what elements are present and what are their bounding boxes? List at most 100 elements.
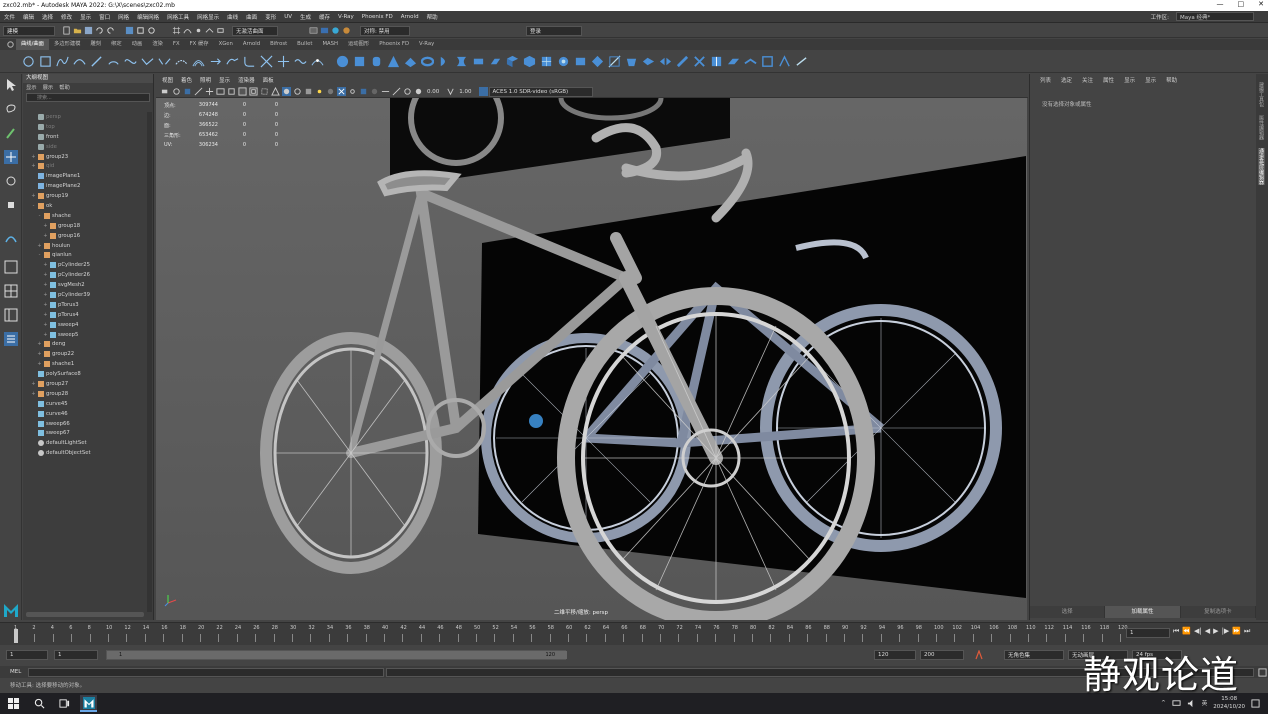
outliner-expand-toggle[interactable]: + [43, 223, 48, 229]
playback-button-7[interactable]: ⏭ [1244, 627, 1250, 636]
outliner-menu-show[interactable]: 展示 [43, 83, 54, 92]
channel-menu-4[interactable]: 显示 [1120, 76, 1139, 84]
resolution-gate-icon[interactable] [227, 87, 236, 96]
outliner-item[interactable]: - shache [23, 211, 147, 221]
camera-attributes-icon[interactable] [172, 87, 181, 96]
sculpt-surface-icon[interactable] [778, 54, 791, 68]
arc-tool-icon[interactable] [107, 55, 120, 68]
nurbs-cone-icon[interactable] [387, 55, 400, 68]
outliner-horizontal-scrollbar[interactable] [26, 612, 144, 617]
playback-button-2[interactable]: ◀| [1194, 627, 1202, 636]
field-chart-icon[interactable] [249, 87, 258, 96]
outliner-expand-toggle[interactable]: + [31, 381, 36, 387]
nurbs-torus-icon[interactable] [421, 55, 434, 68]
insert-isoparm-icon[interactable] [710, 55, 723, 68]
grid-toggle-icon[interactable] [205, 87, 214, 96]
channel-menu-3[interactable]: 属性 [1099, 76, 1118, 84]
curve-reverse-icon[interactable] [209, 55, 222, 68]
shelf-tab-13[interactable]: 运动图形 [343, 39, 374, 50]
outliner-expand-toggle[interactable]: + [43, 332, 48, 338]
range-bar-fill[interactable] [107, 651, 567, 659]
menu-item-11[interactable]: 曲面 [242, 13, 261, 21]
outliner-item[interactable]: + group16 [23, 231, 147, 241]
curve-intersect-icon[interactable] [260, 55, 273, 68]
select-camera-icon[interactable] [161, 87, 170, 96]
maya-taskbar-button[interactable] [80, 695, 97, 712]
outliner-item[interactable]: + pTorus4 [23, 310, 147, 320]
xray-joints-icon[interactable] [348, 87, 357, 96]
outliner-expand-toggle[interactable]: + [31, 154, 36, 160]
shelf-tab-0[interactable]: 曲线/曲面 [16, 39, 49, 50]
outliner-item[interactable]: + group18 [23, 221, 147, 231]
safe-action-icon[interactable] [260, 87, 269, 96]
range-bar[interactable]: 1 120 [106, 650, 567, 660]
playback-end-field[interactable]: 120 [874, 650, 916, 660]
menu-item-19[interactable]: 帮助 [423, 13, 442, 21]
menu-item-18[interactable]: Arnold [397, 14, 423, 20]
image-plane-icon[interactable] [194, 87, 203, 96]
undo-icon[interactable] [95, 26, 104, 35]
workspace-dropdown[interactable]: Maya 经典* [1176, 12, 1254, 21]
curve-cut-icon[interactable] [277, 55, 290, 68]
exposure-field[interactable]: 0.00 [427, 89, 439, 95]
close-button[interactable]: ✕ [1258, 0, 1264, 8]
snap-curve-icon[interactable] [183, 26, 192, 35]
menu-item-4[interactable]: 显示 [76, 13, 95, 21]
outliner-vertical-scrollbar[interactable] [147, 112, 152, 612]
color-management-icon[interactable] [478, 87, 488, 96]
xray-icon[interactable] [337, 87, 346, 96]
bottom-tab-2[interactable]: 复制选项卡 [1180, 606, 1256, 618]
outliner-item[interactable]: sweep67 [23, 429, 147, 439]
outliner-item[interactable]: + group27 [23, 379, 147, 389]
viewport-menu-3[interactable]: 显示 [215, 76, 234, 84]
playback-button-1[interactable]: ⏪ [1182, 627, 1191, 636]
3d-viewport[interactable]: 顶点: 309744 0 0 边: 674248 0 0 面: 366522 0 0 三角形: 65346… [156, 98, 1027, 620]
nurbs-cylinder-icon[interactable] [370, 55, 383, 68]
nurbs-sphere-icon[interactable] [336, 55, 349, 68]
viewport-menu-4[interactable]: 渲染器 [234, 76, 259, 84]
attach-surface-icon[interactable] [642, 55, 655, 68]
viewport-menu-2[interactable]: 照明 [196, 76, 215, 84]
curve-attach-icon[interactable] [141, 55, 154, 68]
pencil-curve-icon[interactable] [90, 55, 103, 68]
live-surface-field[interactable]: 无激活曲面 [232, 25, 278, 36]
outliner-expand-toggle[interactable]: + [31, 391, 36, 397]
view-transform-dropdown[interactable]: ACES 1.0 SDR-video (sRGB) [488, 86, 593, 97]
outliner-item[interactable]: - ok [23, 201, 147, 211]
revolve-icon[interactable] [438, 55, 451, 68]
windows-start-icon[interactable] [8, 697, 20, 710]
bottom-tab-1[interactable]: 加载属性 [1105, 606, 1181, 618]
input-method-label[interactable]: 英 [1202, 699, 1208, 707]
login-dropdown[interactable]: 登录 [526, 25, 582, 36]
outliner-expand-toggle[interactable]: - [31, 203, 36, 209]
outliner-item[interactable]: + group22 [23, 349, 147, 359]
use-all-lights-icon[interactable] [315, 87, 324, 96]
outliner-item[interactable]: + houlun [23, 241, 147, 251]
bookmark-icon[interactable] [183, 87, 192, 96]
render-frame-icon[interactable] [320, 26, 329, 35]
bevel-plus-icon[interactable] [557, 55, 570, 68]
motion-blur-icon[interactable] [381, 87, 390, 96]
move-seam-icon[interactable] [693, 55, 706, 68]
isolate-select-icon[interactable] [359, 87, 368, 96]
select-hierarchy-icon[interactable] [125, 26, 134, 35]
wireframe-on-shaded-icon[interactable] [293, 87, 302, 96]
outliner-expand-toggle[interactable]: + [43, 233, 48, 239]
outliner-expand-toggle[interactable]: + [43, 322, 48, 328]
channel-menu-6[interactable]: 帮助 [1162, 76, 1181, 84]
shelf-tab-2[interactable]: 雕刻 [85, 39, 106, 50]
playback-start-field[interactable]: 1 [54, 650, 98, 660]
outliner-item[interactable]: + group28 [23, 389, 147, 399]
shelf-tab-15[interactable]: V-Ray [414, 39, 439, 50]
planar-icon[interactable] [472, 55, 485, 68]
redo-icon[interactable] [106, 26, 115, 35]
minimize-button[interactable]: — [1217, 0, 1224, 8]
outliner-expand-toggle[interactable]: + [43, 282, 48, 288]
viewport-menu-0[interactable]: 视图 [158, 76, 177, 84]
nurbs-plane-icon[interactable] [404, 55, 417, 68]
curve-rebuild-icon[interactable] [175, 55, 188, 68]
outliner-item[interactable]: curve45 [23, 399, 147, 409]
menu-item-8[interactable]: 网格工具 [163, 13, 193, 21]
loft-icon[interactable] [455, 55, 468, 68]
exposure-icon[interactable] [414, 87, 423, 96]
